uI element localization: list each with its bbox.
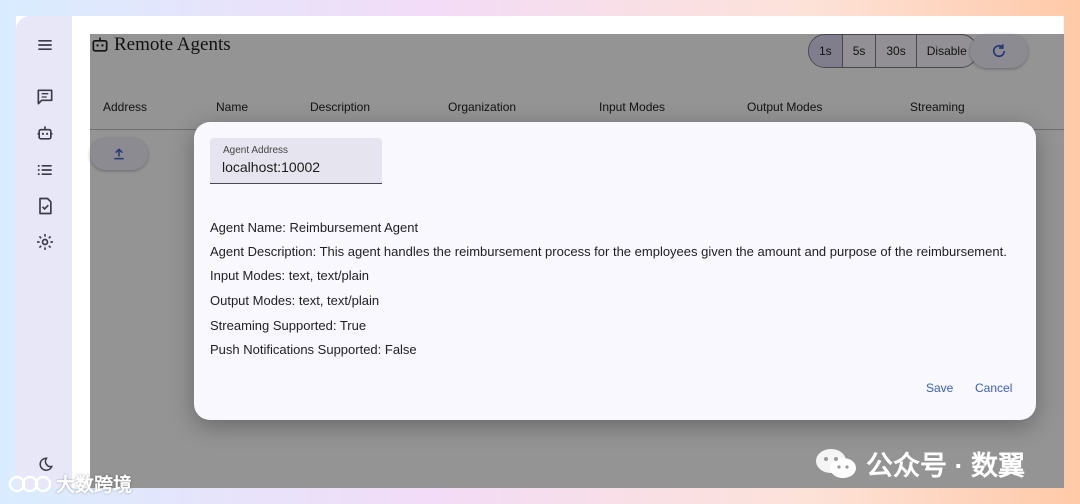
- watermark-logo-icon: [8, 475, 52, 492]
- agent-address-input[interactable]: [222, 159, 372, 175]
- watermark-right: 公众号 · 数翼: [814, 444, 1025, 483]
- chat-icon[interactable]: [34, 86, 56, 108]
- add-agent-dialog: Agent Address Agent Name: Reimbursement …: [194, 122, 1036, 420]
- agent-address-label: Agent Address: [223, 145, 289, 156]
- push-notifications-text: Push Notifications Supported: False: [210, 342, 417, 357]
- save-button[interactable]: Save: [926, 381, 953, 395]
- list-icon[interactable]: [34, 159, 56, 181]
- task-icon[interactable]: [34, 195, 56, 217]
- input-modes-text: Input Modes: text, text/plain: [210, 268, 369, 283]
- agent-description-text: Agent Description: This agent handles th…: [210, 244, 1007, 259]
- robot-icon[interactable]: [34, 122, 56, 144]
- watermark-left-text: 大数跨境: [56, 475, 133, 496]
- output-modes-text: Output Modes: text, text/plain: [210, 293, 380, 308]
- cancel-button[interactable]: Cancel: [975, 381, 1012, 395]
- app-window: Remote Agents 1s 5s 30s Disable Address …: [16, 16, 1064, 488]
- agent-name-text: Agent Name: Reimbursement Agent: [210, 220, 419, 235]
- agent-address-field[interactable]: Agent Address: [210, 138, 382, 184]
- sidebar: [16, 16, 72, 488]
- watermark-left: 大数跨境: [8, 470, 132, 497]
- wechat-icon: [816, 448, 856, 478]
- gear-icon[interactable]: [34, 231, 56, 253]
- watermark-right-text: 公众号 · 数翼: [866, 451, 1025, 481]
- menu-icon[interactable]: [34, 34, 56, 56]
- streaming-supported-text: Streaming Supported: True: [210, 318, 367, 333]
